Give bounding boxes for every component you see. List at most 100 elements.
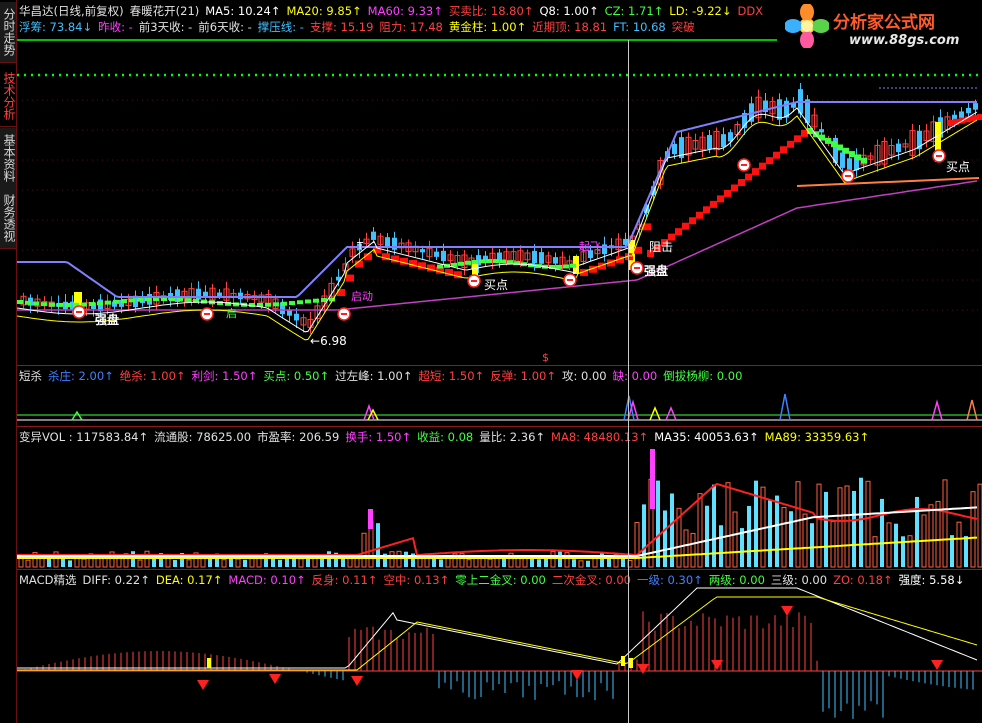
volume-bar: [131, 551, 135, 567]
chart-area[interactable]: 华昌达(日线,前复权) 春暖花开(21) MA5: 10.24↑ MA20: 9.85…: [17, 0, 982, 723]
price-chart[interactable]: [17, 0, 982, 723]
volume-bar: [243, 559, 247, 567]
trend-step-green: [89, 302, 95, 307]
signal-triangle: [931, 399, 943, 421]
candle-body: [203, 291, 208, 297]
candle-body: [294, 313, 299, 321]
volume-bar: [221, 559, 227, 568]
trend-step-green: [855, 154, 861, 161]
trend-step-green: [500, 259, 506, 264]
trend-step: [724, 189, 731, 197]
trend-step: [689, 217, 696, 225]
trend-step: [780, 146, 787, 154]
signal-triangle: [71, 410, 83, 421]
trend-step-green: [105, 300, 111, 305]
trend-step-green: [313, 298, 319, 303]
trend-step-green: [465, 260, 471, 265]
low-price-marker: ←6.98: [310, 334, 347, 348]
volume-bar: [663, 510, 667, 567]
dea-line: [17, 596, 978, 671]
volume-bar: [901, 536, 905, 567]
candle-body: [602, 244, 607, 255]
volume-bar: [144, 550, 150, 568]
volume-bar: [634, 522, 640, 568]
volume-bar: [298, 558, 304, 568]
volume-bar: [235, 558, 241, 568]
tab-finance[interactable]: 财务透视: [0, 188, 16, 249]
volume-bars: [17, 449, 982, 568]
trend-step-green: [305, 299, 311, 304]
trend-step: [947, 120, 953, 126]
volume-bar: [537, 559, 541, 567]
trend-step: [773, 151, 780, 159]
macd-signal-icon: [269, 674, 281, 684]
trend-step-green: [217, 301, 223, 306]
volume-bar: [389, 551, 395, 568]
candle-body: [707, 135, 712, 149]
trend-step-green: [831, 141, 837, 148]
volume-bar: [81, 558, 87, 568]
tab-basic-info[interactable]: 基本资料: [0, 128, 16, 189]
candle-body: [973, 103, 978, 110]
trend-step-green: [486, 259, 492, 264]
volume-bar: [824, 491, 828, 567]
trend-step-green: [479, 259, 485, 264]
ft-line: [17, 101, 977, 298]
trend-step-green: [33, 301, 39, 306]
trend-step-green: [273, 302, 279, 307]
trend-step-green: [97, 301, 103, 306]
candle-body: [896, 143, 901, 153]
volume-bar: [271, 558, 275, 567]
trend-step-green: [281, 301, 287, 306]
candle-body: [959, 111, 964, 119]
signal-triangle: [649, 406, 661, 421]
trend-step-green: [570, 263, 576, 268]
volume-bar: [886, 522, 892, 568]
candle-body: [672, 143, 677, 155]
macd-signal-icon: [637, 664, 649, 674]
trend-step: [682, 222, 689, 230]
macd-yellow-mark: [207, 658, 211, 668]
volume-bar: [530, 558, 534, 567]
volume-bar: [376, 523, 380, 567]
volume-bar: [396, 550, 402, 568]
signal-label-launch: 启动: [351, 290, 373, 303]
volume-bar: [494, 557, 500, 568]
volume-bar: [487, 558, 493, 568]
volume-bar: [977, 483, 982, 568]
candle-body: [840, 152, 845, 168]
volume-bar: [586, 560, 590, 567]
diff-line: [17, 587, 978, 669]
candle-body: [819, 129, 824, 133]
trend-step: [696, 211, 703, 219]
volume-bar: [844, 485, 850, 568]
volume-bar: [61, 558, 65, 567]
volume-bar: [795, 481, 801, 568]
macd-yellow-mark: [621, 656, 625, 666]
volume-bar: [894, 523, 898, 567]
volume-bar: [152, 558, 156, 567]
volume-bar: [137, 559, 143, 568]
site-logo: 分析家公式网 www.88gs.com: [777, 0, 982, 55]
short-signal-triangles: [17, 393, 982, 421]
volume-bar: [865, 480, 871, 568]
candle-body: [385, 237, 390, 247]
volume-peak-bar: [650, 449, 655, 509]
trend-step: [801, 129, 808, 137]
trend-step-green: [49, 302, 55, 307]
volume-bar: [683, 529, 689, 568]
trend-step: [703, 206, 710, 214]
candle-body: [532, 250, 537, 264]
tab-technical[interactable]: 技术分析: [0, 66, 16, 127]
trend-step-green: [25, 300, 31, 305]
volume-bar: [327, 551, 331, 567]
crosshair-line: [628, 40, 629, 723]
candle-body: [434, 251, 439, 257]
volume-bar: [445, 557, 451, 568]
trend-step-green: [137, 297, 143, 302]
tab-intraday[interactable]: 分时走势: [0, 2, 16, 63]
volume-bar: [173, 560, 177, 567]
signal-label-buy: 买点: [946, 160, 971, 174]
volume-bar: [607, 557, 611, 567]
trend-step: [766, 157, 773, 165]
